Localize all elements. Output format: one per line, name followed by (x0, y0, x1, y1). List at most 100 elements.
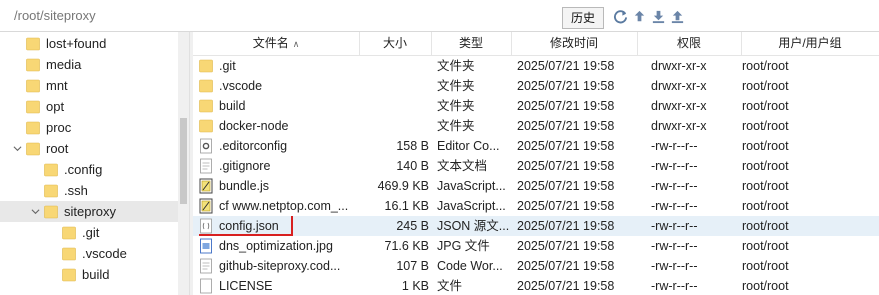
file-row[interactable]: .vscode 文件夹 2025/07/21 19:58 drwxr-xr-x root… (193, 76, 879, 96)
column-type[interactable]: 类型 (431, 32, 512, 55)
tree-item[interactable]: proc (0, 117, 189, 138)
file-name: docker-node (219, 119, 289, 133)
tree-item-label: .vscode (82, 246, 127, 261)
file-size: 107 B (396, 259, 429, 273)
file-row[interactable]: docker-node 文件夹 2025/07/21 19:58 drwxr-xr-x… (193, 116, 879, 136)
file-name: .gitignore (219, 159, 271, 173)
file-type: JavaScript... (437, 179, 506, 193)
tree-item[interactable]: media (0, 54, 189, 75)
file-row[interactable]: cf www.netptop.com_... 16.1 KB JavaScript.… (193, 196, 879, 216)
blank-file-icon (199, 278, 213, 294)
tree-item[interactable]: .git (0, 222, 189, 243)
tree-item[interactable]: lost+found (0, 33, 189, 54)
file-type: 文件夹 (437, 99, 475, 113)
tree-item[interactable]: mnt (0, 75, 189, 96)
tree-item-label: lost+found (46, 36, 107, 51)
file-size: 140 B (396, 159, 429, 173)
file-row[interactable]: build 文件夹 2025/07/21 19:58 drwxr-xr-x root/r… (193, 96, 879, 116)
file-permissions: -rw-r--r-- (651, 279, 698, 293)
file-row[interactable]: github-siteproxy.cod... 107 B Code Wor... 2… (193, 256, 879, 276)
gear-file-icon (199, 138, 213, 154)
file-name-cell: config.json (199, 216, 359, 236)
file-owner: root/root (742, 199, 789, 213)
file-row[interactable]: .git 文件夹 2025/07/21 19:58 drwxr-xr-x root/ro… (193, 56, 879, 76)
file-owner: root/root (742, 59, 789, 73)
file-row[interactable]: LICENSE 1 KB 文件 2025/07/21 19:58 -rw-r--r-- r… (193, 276, 879, 295)
upload-icon[interactable] (669, 7, 685, 25)
up-arrow-icon[interactable] (631, 7, 647, 25)
file-owner: root/root (742, 99, 789, 113)
file-modified: 2025/07/21 19:58 (517, 79, 615, 93)
folder-icon (44, 184, 58, 198)
file-modified: 2025/07/21 19:58 (517, 159, 615, 173)
folder-icon (26, 37, 40, 51)
tree-item[interactable]: root (0, 138, 189, 159)
file-owner: root/root (742, 259, 789, 273)
column-name[interactable]: 文件名 ∧ (193, 32, 360, 55)
history-button[interactable]: 历史 (562, 7, 604, 29)
tree-item[interactable]: .ssh (0, 180, 189, 201)
file-name: github-siteproxy.cod... (219, 259, 341, 273)
folder-icon (199, 98, 213, 114)
chevron-down-icon[interactable] (12, 144, 22, 154)
file-row[interactable]: bundle.js 469.9 KB JavaScript... 2025/07/21… (193, 176, 879, 196)
tree-item[interactable]: build (0, 264, 189, 285)
tree-item[interactable]: .config (0, 159, 189, 180)
tree-item-label: proc (46, 120, 72, 135)
file-permissions: drwxr-xr-x (651, 79, 707, 93)
file-size: 1 KB (401, 279, 429, 293)
file-modified: 2025/07/21 19:58 (517, 119, 615, 133)
refresh-icon[interactable] (612, 7, 628, 25)
file-row[interactable]: config.json 245 B JSON 源文... 2025/07/21 19:… (193, 216, 879, 236)
file-name-cell: .vscode (199, 76, 359, 96)
file-name: config.json (219, 219, 279, 233)
file-name-cell: cf www.netptop.com_... (199, 196, 359, 216)
download-icon[interactable] (650, 7, 666, 25)
file-owner: root/root (742, 119, 789, 133)
file-owner: root/root (742, 179, 789, 193)
column-date[interactable]: 修改时间 (511, 32, 638, 55)
path-input[interactable]: /root/siteproxy (6, 6, 564, 26)
tree-item-label: .ssh (64, 183, 88, 198)
file-permissions: drwxr-xr-x (651, 119, 707, 133)
chevron-down-icon[interactable] (30, 207, 40, 217)
file-owner: root/root (742, 79, 789, 93)
file-name-cell: build (199, 96, 359, 116)
tree-scrollbar[interactable] (178, 32, 189, 295)
file-size (361, 56, 429, 76)
file-modified: 2025/07/21 19:58 (517, 59, 615, 73)
tree-item[interactable]: siteproxy (0, 201, 189, 222)
file-name: build (219, 99, 246, 113)
tree-item[interactable]: opt (0, 96, 189, 117)
column-permissions[interactable]: 权限 (637, 32, 742, 55)
folder-icon (26, 121, 40, 135)
file-name: .vscode (219, 79, 263, 93)
file-permissions: drwxr-xr-x (651, 99, 707, 113)
file-owner: root/root (742, 159, 789, 173)
tree-item[interactable]: .vscode (0, 243, 189, 264)
file-permissions: -rw-r--r-- (651, 199, 698, 213)
file-type: JSON 源文... (437, 219, 510, 233)
file-name: bundle.js (219, 179, 270, 193)
file-row[interactable]: dns_optimization.jpg 71.6 KB JPG 文件 2025/07… (193, 236, 879, 256)
file-size: 71.6 KB (384, 239, 429, 253)
text-file-icon (199, 158, 213, 174)
file-type: 文件夹 (437, 119, 475, 133)
file-row[interactable]: .gitignore 140 B 文本文档 2025/07/21 19:58 -rw-r… (193, 156, 879, 176)
column-size[interactable]: 大小 (359, 32, 432, 55)
scrollbar-thumb[interactable] (180, 118, 187, 204)
file-type: 文本文档 (437, 159, 488, 173)
tree-item-label: .config (64, 162, 103, 177)
file-name-cell: .editorconfig (199, 136, 359, 156)
file-name: dns_optimization.jpg (219, 239, 333, 253)
tree-item-label: siteproxy (64, 204, 117, 219)
file-row[interactable]: .editorconfig 158 B Editor Co... 2025/07/21… (193, 136, 879, 156)
column-owner[interactable]: 用户/用户组 (741, 32, 879, 55)
file-name-cell: docker-node (199, 116, 359, 136)
tree-item-label: media (46, 57, 82, 72)
file-size (361, 96, 429, 116)
